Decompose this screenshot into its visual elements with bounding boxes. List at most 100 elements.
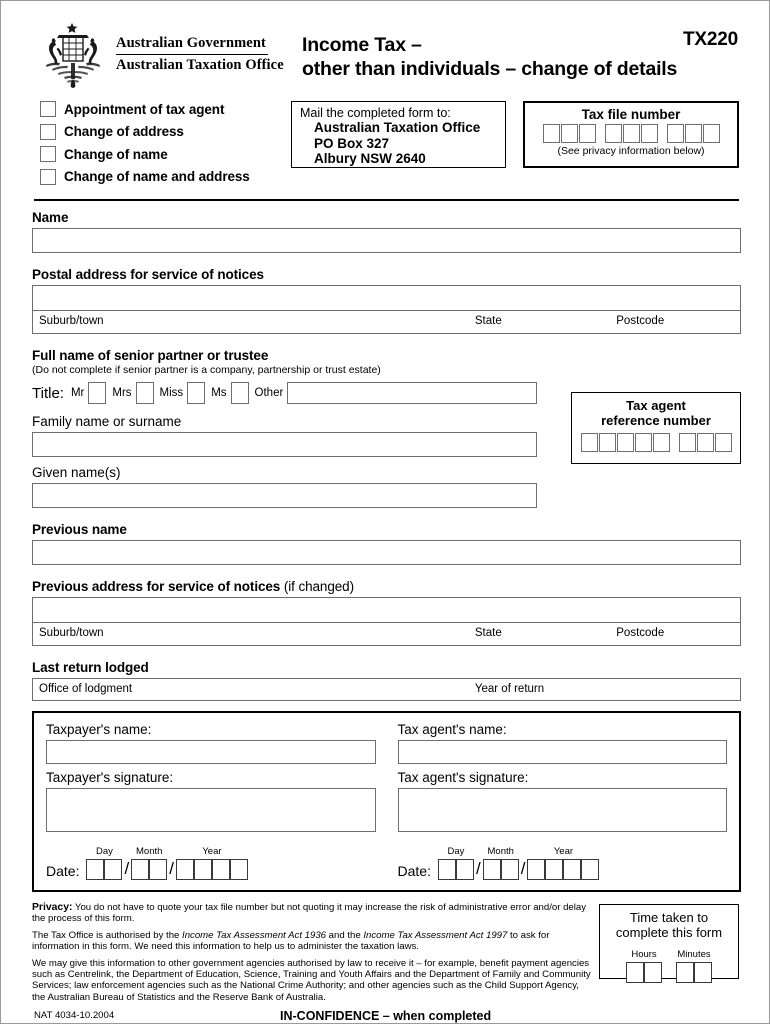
day-cell[interactable]	[86, 859, 105, 880]
year-cell[interactable]	[193, 859, 212, 880]
tfn-cell[interactable]	[640, 124, 658, 143]
agent-ref-cell[interactable]	[678, 433, 696, 452]
date-separator: /	[475, 859, 481, 878]
agent-name-input[interactable]	[397, 740, 727, 764]
taxpayer-name-label: Taxpayer's name:	[46, 722, 152, 737]
form-header: Australian Government Australian Taxatio…	[32, 19, 741, 97]
previous-name-input[interactable]	[32, 540, 741, 565]
month-label: Month	[136, 846, 163, 857]
year-cell[interactable]	[211, 859, 230, 880]
option-change-of-name-and-address[interactable]: Change of name and address	[40, 168, 250, 185]
mail-line-2: PO Box 327	[314, 135, 390, 151]
postal-address-line2[interactable]: Suburb/town State Postcode	[33, 311, 740, 333]
state-label: State	[474, 315, 502, 327]
checkbox-icon[interactable]	[40, 101, 56, 117]
family-name-input[interactable]	[32, 432, 537, 457]
tfn-cell[interactable]	[542, 124, 560, 143]
year-cell[interactable]	[563, 859, 582, 880]
tfn-input-cells[interactable]	[531, 124, 731, 143]
option-label: Change of name and address	[64, 169, 250, 184]
title-miss-checkbox[interactable]	[187, 382, 206, 404]
tfn-cell[interactable]	[702, 124, 720, 143]
minutes-cell[interactable]	[694, 962, 712, 983]
tfn-cell[interactable]	[578, 124, 596, 143]
previous-address-heading-main: Previous address for service of notices	[32, 579, 281, 594]
tfn-cell[interactable]	[604, 124, 622, 143]
option-appointment-of-tax-agent[interactable]: Appointment of tax agent	[40, 101, 250, 117]
tfn-cell[interactable]	[622, 124, 640, 143]
year-cell[interactable]	[545, 859, 564, 880]
taxpayer-signature-input[interactable]	[46, 788, 376, 832]
title-ms-checkbox[interactable]	[230, 382, 249, 404]
month-cell[interactable]	[500, 859, 519, 880]
title-mrs-checkbox[interactable]	[135, 382, 154, 404]
page-title: Income Tax – other than individuals – ch…	[302, 33, 677, 81]
title-mr-checkbox[interactable]	[88, 382, 107, 404]
hours-group: Hours	[626, 944, 662, 983]
day-cell[interactable]	[437, 859, 456, 880]
year-label: Year	[553, 846, 574, 857]
title-option-label: Mr	[70, 387, 85, 399]
title-other-input[interactable]	[287, 382, 537, 404]
checkbox-icon[interactable]	[40, 123, 56, 140]
previous-name-heading: Previous name	[32, 522, 127, 537]
minutes-cell[interactable]	[676, 962, 694, 983]
tfn-cell[interactable]	[666, 124, 684, 143]
hours-cell[interactable]	[644, 962, 662, 983]
tax-agent-reference-number-box: Tax agent reference number	[571, 392, 741, 464]
taxpayer-name-input[interactable]	[46, 740, 376, 764]
header-lower-row: Appointment of tax agent Change of addre…	[32, 97, 741, 195]
month-cell[interactable]	[482, 859, 501, 880]
year-cell[interactable]	[175, 859, 194, 880]
previous-address-section: Previous address for service of notices …	[32, 579, 741, 646]
taxpayer-date-row: Date: Day / Month / Year	[46, 841, 376, 880]
agent-signature-input[interactable]	[397, 788, 727, 832]
postal-address-heading: Postal address for service of notices	[32, 267, 264, 282]
tfn-cell[interactable]	[684, 124, 702, 143]
family-name-label: Family name or surname	[32, 414, 182, 429]
previous-name-section: Previous name	[32, 522, 741, 565]
date-separator: /	[520, 859, 526, 878]
month-cell[interactable]	[131, 859, 150, 880]
senior-partner-heading: Full name of senior partner or trustee	[32, 348, 269, 363]
agent-ref-cell[interactable]	[696, 433, 714, 452]
privacy-lead: Privacy:	[32, 902, 73, 913]
agent-ref-cell[interactable]	[714, 433, 732, 452]
agent-ref-input-cells[interactable]	[576, 433, 736, 452]
agent-ref-cell[interactable]	[598, 433, 616, 452]
time-title-2: complete this form	[615, 925, 723, 940]
previous-address-line1-input[interactable]	[33, 598, 740, 623]
title-line-2: other than individuals – change of detai…	[302, 58, 678, 80]
minutes-label: Minutes	[677, 949, 711, 960]
day-cell[interactable]	[455, 859, 474, 880]
agent-ref-cell[interactable]	[616, 433, 634, 452]
year-cell[interactable]	[581, 859, 600, 880]
year-cell[interactable]	[229, 859, 248, 880]
month-cell[interactable]	[149, 859, 168, 880]
previous-address-heading: Previous address for service of notices …	[32, 579, 741, 594]
title-option-label: Ms	[211, 387, 227, 399]
last-return-section: Last return lodged Office of lodgment Ye…	[32, 660, 741, 701]
last-return-row[interactable]: Office of lodgment Year of return	[32, 678, 741, 701]
previous-address-line2[interactable]: Suburb/town State Postcode	[33, 623, 740, 645]
agent-ref-cell[interactable]	[580, 433, 598, 452]
taxpayer-year-group: Year	[175, 841, 248, 880]
tfn-cell[interactable]	[560, 124, 578, 143]
name-input[interactable]	[32, 228, 741, 253]
checkbox-icon[interactable]	[40, 146, 56, 162]
option-label: Change of name	[64, 146, 168, 162]
privacy-act-1997: Income Tax Assessment Act 1997	[363, 929, 508, 941]
day-cell[interactable]	[104, 859, 123, 880]
option-change-of-address[interactable]: Change of address	[40, 123, 250, 140]
year-cell[interactable]	[527, 859, 546, 880]
agent-ref-cell[interactable]	[634, 433, 652, 452]
option-change-of-name[interactable]: Change of name	[40, 146, 250, 162]
given-names-input[interactable]	[32, 483, 537, 508]
hours-cell[interactable]	[626, 962, 644, 983]
postal-address-line1-input[interactable]	[33, 286, 740, 311]
mail-intro: Mail the completed form to:	[300, 106, 451, 120]
agent-ref-cell[interactable]	[652, 433, 670, 452]
lockup-divider	[116, 54, 268, 55]
checkbox-icon[interactable]	[40, 168, 56, 185]
day-label: Day	[447, 846, 465, 857]
